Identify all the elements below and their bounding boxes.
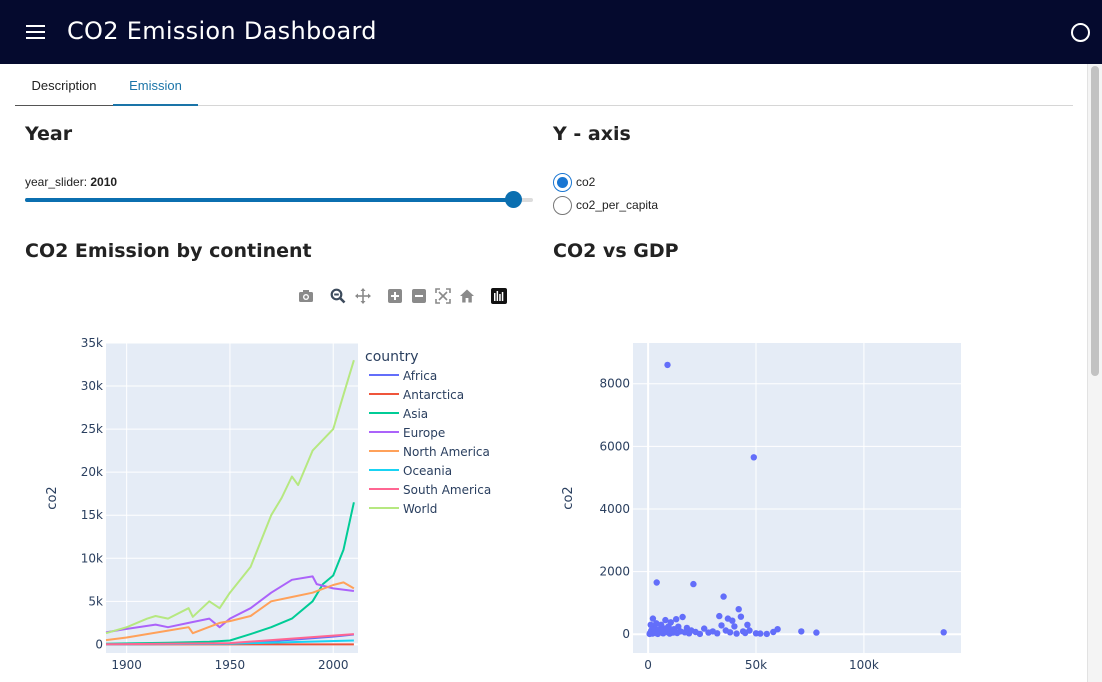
app-title: CO2 Emission Dashboard xyxy=(67,17,377,45)
scatter-point xyxy=(798,628,805,635)
line-y-tick-label: 10k xyxy=(81,551,103,565)
scatter-point xyxy=(731,623,738,630)
scatter-point xyxy=(647,621,654,628)
scatter-point xyxy=(813,629,820,636)
scatter-point xyxy=(774,626,781,633)
scatter-x-tick-label: 100k xyxy=(849,658,879,672)
radio-button-co2[interactable] xyxy=(553,173,572,192)
tab-emission[interactable]: Emission xyxy=(113,64,198,106)
scatter-y-axis-label: co2 xyxy=(561,486,576,509)
scatter-point xyxy=(663,624,671,632)
scatter-chart: 0 50k 100k 0 2000 4000 6000 8000 co2 xyxy=(561,343,961,672)
scatter-x-tick-label: 50k xyxy=(745,658,767,672)
scatter-point xyxy=(716,612,723,620)
legend-label-africa: Africa xyxy=(403,369,437,383)
line-y-tick-label: 15k xyxy=(81,508,103,522)
scatter-x-tick-label: 0 xyxy=(644,658,652,672)
app-bar: CO2 Emission Dashboard xyxy=(0,0,1102,64)
scatter-point xyxy=(744,621,751,628)
year-slider-name: year_slider: xyxy=(25,175,88,189)
line-x-tick-label: 1900 xyxy=(111,658,142,672)
scatter-y-tick-label: 6000 xyxy=(599,439,630,453)
radio-option-co2-per-capita[interactable]: co2_per_capita xyxy=(553,196,673,216)
scatter-point xyxy=(673,616,680,623)
line-y-tick-label: 30k xyxy=(81,379,103,393)
year-heading: Year xyxy=(25,123,73,145)
line-x-tick-label: 2000 xyxy=(318,658,349,672)
legend-label-antarctica: Antarctica xyxy=(403,388,464,402)
scatter-point xyxy=(690,580,697,588)
scatter-point xyxy=(667,619,674,626)
radio-label-co2: co2 xyxy=(576,175,596,189)
scatter-point xyxy=(735,606,742,613)
scatter-point xyxy=(720,593,727,600)
scatter-point xyxy=(750,454,757,461)
legend-label-asia: Asia xyxy=(403,407,428,421)
scatter-point xyxy=(757,630,764,637)
scatter-point xyxy=(653,579,660,586)
legend-label-oceania: Oceania xyxy=(403,464,452,478)
scatter-point xyxy=(737,613,745,620)
line-y-tick-label: 20k xyxy=(81,465,103,479)
legend-label-south-america: South America xyxy=(403,483,491,497)
year-slider-value: 2010 xyxy=(90,175,118,189)
scrollbar-thumb[interactable] xyxy=(1091,66,1099,376)
scatter-y-tick-label: 0 xyxy=(622,627,630,641)
legend-title: country xyxy=(365,349,419,365)
line-legend: Africa Antarctica Asia Europe North America O… xyxy=(369,369,491,516)
loading-ring-icon xyxy=(1071,23,1090,42)
line-y-tick-label: 0 xyxy=(95,637,103,651)
scatter-chart-title: CO2 vs GDP xyxy=(553,240,679,262)
line-y-axis-label: co2 xyxy=(45,486,60,509)
line-y-tick-label: 25k xyxy=(81,422,103,436)
legend-label-north-america: North America xyxy=(403,445,490,459)
line-chart: 1900 1950 2000 0 5k 10k 15k 20k 25k 30k 35k co2 co… xyxy=(45,336,491,672)
scatter-point xyxy=(696,630,704,638)
tab-bar: Description Emission xyxy=(15,64,1073,106)
page-scrollbar[interactable] xyxy=(1087,64,1102,682)
legend-label-world: World xyxy=(403,502,437,516)
year-slider-label: year_slider: 2010 xyxy=(25,175,117,189)
scatter-point xyxy=(729,617,736,624)
year-slider[interactable] xyxy=(25,191,533,208)
scatter-point xyxy=(940,629,947,636)
scatter-point xyxy=(726,629,734,636)
scatter-point xyxy=(714,630,721,637)
line-plot-area[interactable] xyxy=(106,343,358,653)
tab-description[interactable]: Description xyxy=(15,64,113,106)
scatter-plot-area[interactable] xyxy=(633,343,961,653)
line-x-tick-label: 1950 xyxy=(215,658,246,672)
radio-option-co2[interactable]: co2 xyxy=(553,173,633,193)
yaxis-heading: Y - axis xyxy=(553,123,631,145)
scatter-point xyxy=(664,361,671,369)
scatter-point xyxy=(658,627,665,634)
scatter-point xyxy=(746,627,753,634)
scatter-y-tick-label: 8000 xyxy=(599,377,630,391)
line-y-tick-label: 35k xyxy=(81,336,103,350)
scatter-point xyxy=(646,630,653,638)
hamburger-menu-icon[interactable] xyxy=(26,24,46,40)
scatter-point xyxy=(671,629,679,636)
line-y-tick-label: 5k xyxy=(88,594,103,608)
scatter-y-tick-label: 4000 xyxy=(599,502,630,516)
year-slider-handle[interactable] xyxy=(504,191,522,208)
scatter-point xyxy=(733,630,740,637)
legend-label-europe: Europe xyxy=(403,426,445,440)
scatter-y-tick-label: 2000 xyxy=(599,565,630,579)
scatter-point xyxy=(679,613,686,621)
scatter-point xyxy=(718,622,725,629)
scatter-point xyxy=(763,630,770,638)
radio-label-co2-per-capita: co2_per_capita xyxy=(576,198,659,212)
radio-button-co2-per-capita[interactable] xyxy=(553,196,572,215)
line-chart-title: CO2 Emission by continent xyxy=(25,240,312,262)
scatter-point xyxy=(653,620,660,627)
year-slider-fill xyxy=(25,198,513,202)
